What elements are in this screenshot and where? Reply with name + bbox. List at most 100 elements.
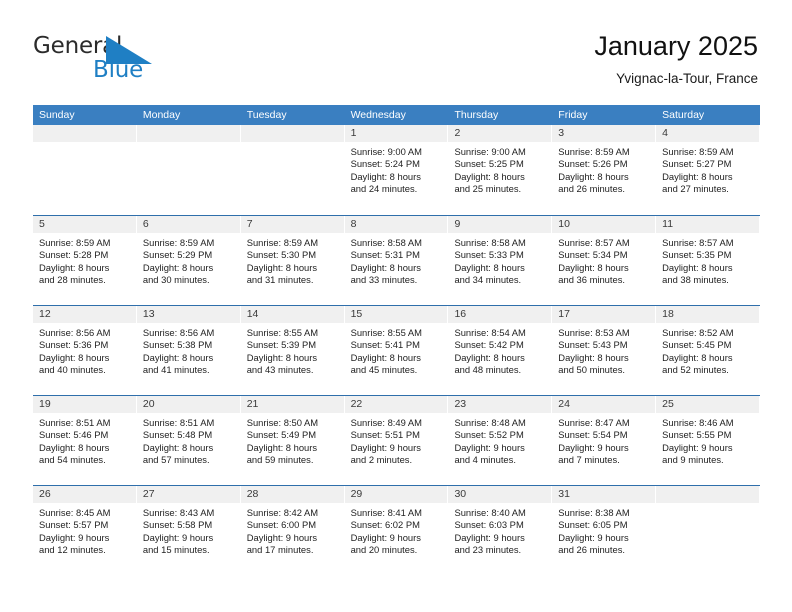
day-number: 22: [350, 398, 363, 410]
day-detail-line: Daylight: 8 hours: [39, 441, 110, 453]
calendar-day-cell[interactable]: 19 Sunrise: 8:51 AM Sunset: 5:46 PM Dayligh…: [33, 396, 137, 485]
day-detail-line: and 9 minutes.: [662, 454, 724, 466]
calendar-day-cell[interactable]: 28 Sunrise: 8:42 AM Sunset: 6:00 PM Dayligh…: [240, 486, 345, 575]
day-detail-line: Sunset: 5:36 PM: [39, 339, 109, 351]
calendar-day-cell[interactable]: 20 Sunrise: 8:51 AM Sunset: 5:48 PM Dayligh…: [136, 396, 241, 485]
day-detail-line: Daylight: 8 hours: [246, 441, 318, 453]
day-number-band: [33, 216, 136, 233]
day-number: 26: [39, 488, 51, 500]
day-detail-line: and 31 minutes.: [246, 274, 314, 286]
calendar-day-cell[interactable]: 29 Sunrise: 8:41 AM Sunset: 6:02 PM Dayligh…: [344, 486, 449, 575]
day-detail-line: Sunset: 5:35 PM: [662, 249, 732, 261]
day-number: 4: [662, 127, 668, 139]
day-detail-lines: Sunrise: 8:52 AM Sunset: 5:45 PM Daylight:…: [656, 323, 759, 377]
day-detail-line: Daylight: 9 hours: [454, 531, 525, 543]
day-detail-lines: Sunrise: 8:45 AM Sunset: 5:57 PM Daylight:…: [33, 503, 136, 557]
day-detail-lines: Sunrise: 8:47 AM Sunset: 5:54 PM Daylight:…: [552, 413, 655, 467]
calendar-day-cell[interactable]: 13 Sunrise: 8:56 AM Sunset: 5:38 PM Dayligh…: [136, 306, 241, 395]
day-detail-line: Sunrise: 8:48 AM: [454, 417, 526, 428]
day-detail-line: Sunrise: 8:53 AM: [558, 327, 630, 338]
calendar-day-cell[interactable]: 21 Sunrise: 8:50 AM Sunset: 5:49 PM Dayligh…: [240, 396, 345, 485]
calendar-day-cell[interactable]: 14 Sunrise: 8:55 AM Sunset: 5:39 PM Dayligh…: [240, 306, 345, 395]
day-detail-line: and 59 minutes.: [246, 454, 314, 466]
day-detail-line: and 48 minutes.: [454, 364, 522, 376]
day-detail-line: Daylight: 9 hours: [350, 531, 421, 543]
day-detail-line: Sunset: 5:33 PM: [454, 249, 524, 261]
day-detail-line: and 15 minutes.: [142, 544, 210, 556]
calendar-day-cell[interactable]: 26 Sunrise: 8:45 AM Sunset: 5:57 PM Dayligh…: [33, 486, 137, 575]
calendar-day-cell[interactable]: 30 Sunrise: 8:40 AM Sunset: 6:03 PM Dayligh…: [448, 486, 553, 575]
day-number-band: [448, 216, 552, 233]
day-detail-line: Sunrise: 8:45 AM: [39, 507, 111, 518]
day-detail-line: Daylight: 9 hours: [454, 441, 525, 453]
day-detail-line: and 40 minutes.: [39, 364, 106, 376]
day-detail-line: Daylight: 8 hours: [558, 351, 629, 363]
calendar-day-cell[interactable]: 23 Sunrise: 8:48 AM Sunset: 5:52 PM Dayligh…: [448, 396, 553, 485]
calendar-day-cell[interactable]: 11 Sunrise: 8:57 AM Sunset: 5:35 PM Dayligh…: [656, 216, 761, 305]
weekday-saturday: Saturday: [662, 109, 705, 121]
day-number: 29: [350, 488, 363, 500]
calendar-day-cell[interactable]: 25 Sunrise: 8:46 AM Sunset: 5:55 PM Dayligh…: [656, 396, 761, 485]
calendar-day-cell[interactable]: 3 Sunrise: 8:59 AM Sunset: 5:26 PM Daylight…: [552, 125, 657, 215]
day-detail-lines: Sunrise: 8:56 AM Sunset: 5:38 PM Daylight:…: [137, 323, 240, 377]
brand-logo[interactable]: General Blue: [33, 33, 213, 85]
day-detail-lines: Sunrise: 8:46 AM Sunset: 5:55 PM Daylight:…: [656, 413, 759, 467]
day-detail-line: Sunrise: 8:54 AM: [454, 327, 526, 338]
day-number: 31: [558, 488, 570, 500]
day-detail-lines: Sunrise: 8:48 AM Sunset: 5:52 PM Daylight:…: [448, 413, 551, 467]
calendar-day-cell[interactable]: 15 Sunrise: 8:55 AM Sunset: 5:41 PM Dayligh…: [344, 306, 449, 395]
day-detail-line: Sunrise: 8:59 AM: [558, 146, 630, 157]
day-number: 11: [662, 218, 674, 230]
calendar-day-cell[interactable]: 17 Sunrise: 8:53 AM Sunset: 5:43 PM Dayligh…: [552, 306, 657, 395]
day-detail-line: Sunset: 5:42 PM: [454, 339, 524, 351]
calendar-day-cell[interactable]: 22 Sunrise: 8:49 AM Sunset: 5:51 PM Dayligh…: [344, 396, 449, 485]
calendar-day-cell[interactable]: 16 Sunrise: 8:54 AM Sunset: 5:42 PM Dayligh…: [448, 306, 553, 395]
day-detail-line: and 41 minutes.: [142, 364, 210, 376]
calendar-day-cell[interactable]: 6 Sunrise: 8:59 AM Sunset: 5:29 PM Daylight…: [136, 216, 241, 305]
calendar-day-cell[interactable]: 12 Sunrise: 8:56 AM Sunset: 5:36 PM Dayligh…: [33, 306, 137, 395]
day-detail-lines: Sunrise: 8:56 AM Sunset: 5:36 PM Daylight:…: [33, 323, 136, 377]
day-detail-line: Sunrise: 8:50 AM: [246, 417, 319, 428]
day-detail-lines: Sunrise: 8:55 AM Sunset: 5:39 PM Daylight:…: [241, 323, 344, 377]
calendar-week-row: 5 Sunrise: 8:59 AM Sunset: 5:28 PM Daylight…: [33, 215, 761, 305]
calendar-day-cell[interactable]: 18 Sunrise: 8:52 AM Sunset: 5:45 PM Dayligh…: [656, 306, 761, 395]
day-detail-line: Daylight: 8 hours: [350, 351, 421, 363]
weekday-thursday: Thursday: [454, 109, 499, 121]
page-title: January 2025: [594, 31, 758, 61]
calendar-day-cell[interactable]: 7 Sunrise: 8:59 AM Sunset: 5:30 PM Daylight…: [240, 216, 345, 305]
calendar-day-cell[interactable]: 5 Sunrise: 8:59 AM Sunset: 5:28 PM Daylight…: [33, 216, 137, 305]
day-number: 21: [246, 398, 259, 410]
day-detail-line: Daylight: 8 hours: [454, 351, 525, 363]
day-number-band: [240, 125, 344, 142]
day-detail-line: and 28 minutes.: [39, 274, 106, 286]
calendar-day-cell[interactable]: 24 Sunrise: 8:47 AM Sunset: 5:54 PM Dayligh…: [552, 396, 657, 485]
calendar-day-cell[interactable]: 1 Sunrise: 9:00 AM Sunset: 5:24 PM Daylight…: [344, 125, 449, 215]
day-detail-lines: Sunrise: 8:57 AM Sunset: 5:35 PM Daylight:…: [656, 233, 759, 287]
day-detail-line: Daylight: 9 hours: [558, 441, 629, 453]
calendar-day-cell[interactable]: 27 Sunrise: 8:43 AM Sunset: 5:58 PM Dayligh…: [136, 486, 241, 575]
day-detail-line: Sunset: 5:27 PM: [662, 158, 732, 170]
day-detail-line: and 45 minutes.: [350, 364, 418, 376]
weekday-tuesday: Tuesday: [246, 109, 287, 121]
day-number-band: [552, 125, 656, 142]
day-detail-line: Sunset: 5:58 PM: [142, 519, 213, 531]
day-detail-lines: Sunrise: 8:50 AM Sunset: 5:49 PM Daylight:…: [241, 413, 344, 467]
day-detail-line: Daylight: 8 hours: [39, 261, 110, 273]
day-detail-line: Sunset: 5:38 PM: [142, 339, 213, 351]
day-detail-line: and 7 minutes.: [558, 454, 620, 466]
day-detail-line: and 57 minutes.: [142, 454, 210, 466]
day-detail-line: Sunrise: 9:00 AM: [350, 146, 422, 157]
day-detail-line: and 30 minutes.: [142, 274, 210, 286]
day-detail-line: Sunset: 6:02 PM: [350, 519, 420, 531]
day-detail-line: Sunset: 6:05 PM: [558, 519, 628, 531]
weekday-header-row: Sunday Monday Tuesday Wednesday Thursday…: [33, 105, 760, 125]
calendar-day-cell[interactable]: 4 Sunrise: 8:59 AM Sunset: 5:27 PM Daylight…: [656, 125, 761, 215]
calendar-day-cell[interactable]: 10 Sunrise: 8:57 AM Sunset: 5:34 PM Dayligh…: [552, 216, 657, 305]
calendar-day-cell[interactable]: 2 Sunrise: 9:00 AM Sunset: 5:25 PM Daylight…: [448, 125, 553, 215]
day-detail-line: Sunrise: 8:40 AM: [454, 507, 526, 518]
calendar-day-cell[interactable]: 31 Sunrise: 8:38 AM Sunset: 6:05 PM Dayligh…: [552, 486, 657, 575]
calendar-day-cell[interactable]: 8 Sunrise: 8:58 AM Sunset: 5:31 PM Daylight…: [344, 216, 449, 305]
day-detail-lines: Sunrise: 8:55 AM Sunset: 5:41 PM Daylight:…: [345, 323, 448, 377]
calendar-week-row: 26 Sunrise: 8:45 AM Sunset: 5:57 PM Dayligh…: [33, 485, 761, 575]
calendar-day-cell[interactable]: 9 Sunrise: 8:58 AM Sunset: 5:33 PM Daylight…: [448, 216, 553, 305]
